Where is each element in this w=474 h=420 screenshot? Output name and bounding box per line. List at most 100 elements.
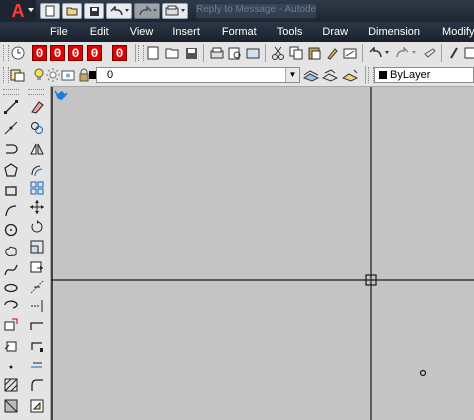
chevron-down-icon[interactable]: ▼ <box>285 68 299 82</box>
pan-icon[interactable] <box>422 45 438 61</box>
freeze-viewport-icon[interactable] <box>60 67 76 83</box>
rectangle-icon[interactable] <box>3 183 19 199</box>
make-block-icon[interactable] <box>3 338 19 354</box>
point-marker <box>419 369 427 377</box>
rotate-icon[interactable] <box>29 219 45 235</box>
counter-digit: 0 <box>32 45 47 61</box>
arc-icon[interactable] <box>3 203 19 219</box>
color-control-dropdown[interactable]: ByLayer <box>374 67 474 83</box>
point-icon[interactable] <box>3 359 19 375</box>
menu-insert[interactable]: Insert <box>172 22 200 42</box>
app-logo-letter: A <box>11 1 25 21</box>
toolbar-grip[interactable] <box>138 45 144 61</box>
open-icon[interactable] <box>164 45 180 61</box>
gradient-icon[interactable] <box>3 398 19 414</box>
menu-edit[interactable]: Edit <box>90 22 109 42</box>
revision-cloud-icon[interactable] <box>3 243 19 259</box>
copy-icon[interactable] <box>288 45 304 61</box>
chamfer-icon[interactable] <box>29 359 45 375</box>
stretch-icon[interactable] <box>29 259 45 275</box>
scale-icon[interactable] <box>29 239 45 255</box>
menu-format[interactable]: Format <box>222 22 257 42</box>
toolbar-separator <box>441 44 442 62</box>
toolbar-grip[interactable] <box>3 67 9 83</box>
crosshair-overlay <box>51 87 474 420</box>
layer-previous-icon[interactable] <box>322 67 338 83</box>
zoom-window-icon[interactable] <box>462 45 474 61</box>
application-menu-button[interactable]: A <box>0 0 36 22</box>
undo-icon[interactable] <box>106 3 132 19</box>
ellipse-arc-icon[interactable] <box>3 297 19 313</box>
match-properties-icon[interactable] <box>324 45 340 61</box>
layer-dropdown[interactable]: 0 ▼ <box>96 67 300 83</box>
layer-name: 0 <box>107 69 114 81</box>
toolbar-separator <box>135 44 136 62</box>
polyline-icon[interactable] <box>3 141 19 157</box>
extend-icon[interactable] <box>29 298 45 314</box>
color-swatch <box>379 71 387 79</box>
menu-dimension[interactable]: Dimension <box>368 22 420 42</box>
make-current-layer-icon[interactable] <box>303 67 319 83</box>
paste-icon[interactable] <box>306 45 322 61</box>
zoom-realtime-icon[interactable] <box>446 45 462 61</box>
menu-draw[interactable]: Draw <box>322 22 348 42</box>
undo-icon[interactable] <box>367 45 391 61</box>
line-icon[interactable] <box>3 99 19 115</box>
toolbar-grip[interactable] <box>28 89 44 95</box>
toolbar-separator <box>203 44 204 62</box>
clock-icon[interactable] <box>10 45 26 61</box>
open-icon[interactable] <box>62 3 82 19</box>
circle-icon[interactable] <box>3 222 19 238</box>
toolbar-separator <box>265 44 266 62</box>
save-icon[interactable] <box>183 45 199 61</box>
redo-icon[interactable] <box>134 3 160 19</box>
redo-icon[interactable] <box>394 45 418 61</box>
fillet-icon[interactable] <box>29 377 45 393</box>
plot-preview-icon[interactable] <box>227 45 243 61</box>
offset-icon[interactable] <box>29 162 45 178</box>
chevron-down-icon <box>28 8 34 12</box>
menu-tools[interactable]: Tools <box>277 22 303 42</box>
plot-icon[interactable] <box>162 3 188 19</box>
save-icon[interactable] <box>84 3 104 19</box>
copy-object-icon[interactable] <box>29 120 45 136</box>
break-icon[interactable] <box>29 318 45 334</box>
construction-line-icon[interactable] <box>3 120 19 136</box>
mirror-icon[interactable] <box>29 141 45 157</box>
toolbar-grip[interactable] <box>3 89 19 95</box>
new-icon[interactable] <box>145 45 161 61</box>
plot-icon[interactable] <box>209 45 225 61</box>
toolbar-separator <box>365 66 366 84</box>
toolbar-grip[interactable] <box>3 45 9 61</box>
layer-state-icon[interactable] <box>342 67 358 83</box>
window-title: Reply to Message - Autodesk <box>196 4 316 18</box>
array-icon[interactable] <box>29 180 45 196</box>
color-value: ByLayer <box>390 69 431 81</box>
ucs-icon <box>54 90 68 100</box>
menu-modify[interactable]: Modify <box>442 22 474 42</box>
ellipse-icon[interactable] <box>3 280 19 296</box>
hatch-icon[interactable] <box>3 377 19 393</box>
trim-icon[interactable] <box>29 279 45 295</box>
counter-digit: 0 <box>87 45 102 61</box>
menu-bar: File Edit View Insert Format Tools Draw … <box>0 22 474 42</box>
cut-icon[interactable] <box>270 45 286 61</box>
erase-icon[interactable] <box>29 99 45 115</box>
move-icon[interactable] <box>29 199 45 215</box>
polygon-icon[interactable] <box>3 162 19 178</box>
counter-digit: 0 <box>68 45 83 61</box>
toolbar-separator <box>362 44 363 62</box>
explode-icon[interactable] <box>29 398 45 414</box>
block-editor-icon[interactable] <box>342 45 358 61</box>
sun-icon[interactable] <box>45 67 61 83</box>
quick-access-toolbar <box>40 2 188 20</box>
publish-icon[interactable] <box>245 45 261 61</box>
layer-properties-icon[interactable] <box>10 67 26 83</box>
insert-block-icon[interactable] <box>3 317 19 333</box>
menu-view[interactable]: View <box>130 22 154 42</box>
join-icon[interactable] <box>29 339 45 355</box>
spline-icon[interactable] <box>3 262 19 278</box>
counter-digit: 0 <box>50 45 65 61</box>
menu-file[interactable]: File <box>50 22 68 42</box>
new-icon[interactable] <box>40 3 60 19</box>
